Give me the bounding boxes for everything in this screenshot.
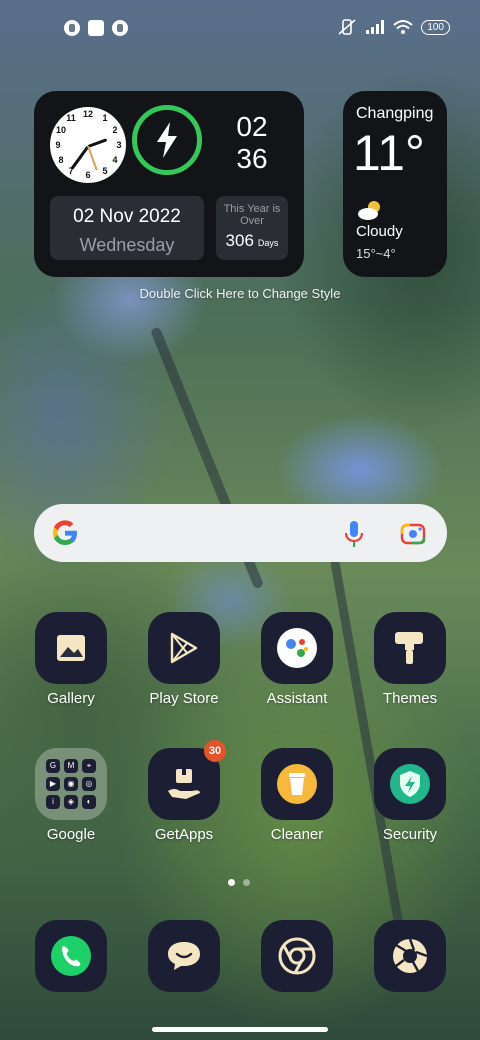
vibrate-off-icon	[338, 19, 356, 35]
home-indicator[interactable]	[152, 1027, 328, 1032]
app-cleaner[interactable]: Cleaner	[247, 748, 347, 843]
date-label: 02 Nov 2022	[73, 206, 181, 227]
app-play-store[interactable]: Play Store	[134, 612, 234, 707]
security-icon	[390, 764, 430, 804]
weekday-label: Wednesday	[79, 235, 175, 255]
notification-icon	[64, 20, 80, 36]
folder-google[interactable]: G M ⌖ ▶ ◉ ◎ i ◈ ◐ Google	[21, 748, 121, 843]
google-logo-icon[interactable]	[50, 518, 80, 548]
page-indicator[interactable]	[228, 879, 250, 886]
weather-range: 15°~4°	[356, 246, 396, 261]
clock-hour: 02	[236, 111, 268, 142]
camera-icon	[393, 938, 428, 973]
app-assistant[interactable]: Assistant	[247, 612, 347, 707]
gallery-icon	[57, 635, 85, 661]
page-dot[interactable]	[243, 879, 250, 886]
microphone-icon[interactable]	[343, 520, 365, 548]
clock-widget[interactable]: 12 3 6 9 1 2 4 5 7 8 10 11 02 36 02 Nov …	[34, 91, 304, 277]
digital-clock: 02 36	[230, 111, 274, 175]
charging-indicator	[132, 105, 202, 175]
clock-minute: 36	[236, 143, 268, 174]
notification-badge: 30	[204, 740, 226, 762]
app-label: Security	[382, 826, 438, 843]
app-label: Google	[46, 826, 96, 843]
change-style-hint[interactable]: Double Click Here to Change Style	[0, 286, 480, 301]
folder-app-icon: ◈	[64, 795, 78, 809]
hour-hand	[87, 138, 108, 148]
date-box: 02 Nov 2022 Wednesday	[50, 196, 204, 260]
app-label: Assistant	[266, 690, 328, 707]
assistant-icon	[277, 628, 317, 668]
wifi-icon	[393, 20, 413, 34]
notification-icon	[112, 20, 128, 36]
folder-app-icon: ◎	[82, 777, 96, 791]
google-folder-icon: G M ⌖ ▶ ◉ ◎ i ◈ ◐	[35, 748, 107, 820]
chrome-icon	[278, 937, 316, 975]
folder-app-icon: G	[46, 759, 60, 773]
weather-city: Changping	[356, 105, 434, 122]
days-unit: Days	[257, 238, 279, 248]
app-themes[interactable]: Themes	[360, 612, 460, 707]
days-count: 306	[225, 231, 254, 250]
weather-condition: Cloudy	[356, 223, 403, 240]
app-label: Cleaner	[270, 826, 324, 843]
google-search-bar[interactable]	[34, 504, 447, 562]
second-hand	[87, 145, 98, 171]
app-label: GetApps	[154, 826, 214, 843]
themes-icon	[395, 632, 423, 664]
year-progress-box: This Year is Over 306 Days	[216, 196, 288, 260]
cleaner-icon	[277, 764, 317, 804]
app-getapps[interactable]: 30 GetApps	[134, 740, 234, 843]
dock-phone[interactable]	[21, 920, 121, 992]
app-gallery[interactable]: Gallery	[21, 612, 121, 707]
dock-camera[interactable]	[360, 920, 460, 992]
folder-app-icon: M	[64, 759, 78, 773]
folder-app-icon: ▶	[46, 777, 60, 791]
messages-icon	[168, 942, 200, 970]
app-label: Themes	[382, 690, 438, 707]
status-bar: 100	[0, 18, 480, 40]
weather-temp: 11°	[353, 125, 425, 181]
analog-clock: 12 3 6 9 1 2 4 5 7 8 10 11	[50, 107, 126, 183]
app-label: Gallery	[47, 690, 95, 707]
getapps-icon	[168, 769, 200, 799]
weather-widget[interactable]: Changping 11° Cloudy 15°~4°	[343, 91, 447, 277]
signal-icon	[366, 20, 385, 34]
folder-app-icon: i	[46, 795, 60, 809]
folder-app-icon: ◉	[64, 777, 78, 791]
app-label: Play Store	[149, 690, 219, 707]
play-store-icon	[170, 632, 198, 664]
notification-icon	[88, 20, 104, 36]
phone-icon	[51, 936, 91, 976]
app-security[interactable]: Security	[360, 748, 460, 843]
dock-chrome[interactable]	[247, 920, 347, 992]
cloudy-sun-icon	[358, 201, 380, 220]
dock-messages[interactable]	[134, 920, 234, 992]
page-dot-active[interactable]	[228, 879, 235, 886]
folder-app-icon: ⌖	[82, 759, 96, 773]
lightning-icon	[157, 122, 177, 158]
year-over-label: This Year is Over	[223, 203, 281, 227]
folder-app-icon: ◐	[82, 795, 96, 809]
battery-indicator: 100	[421, 19, 450, 35]
google-lens-icon[interactable]	[400, 520, 426, 546]
minute-hand	[70, 145, 90, 171]
